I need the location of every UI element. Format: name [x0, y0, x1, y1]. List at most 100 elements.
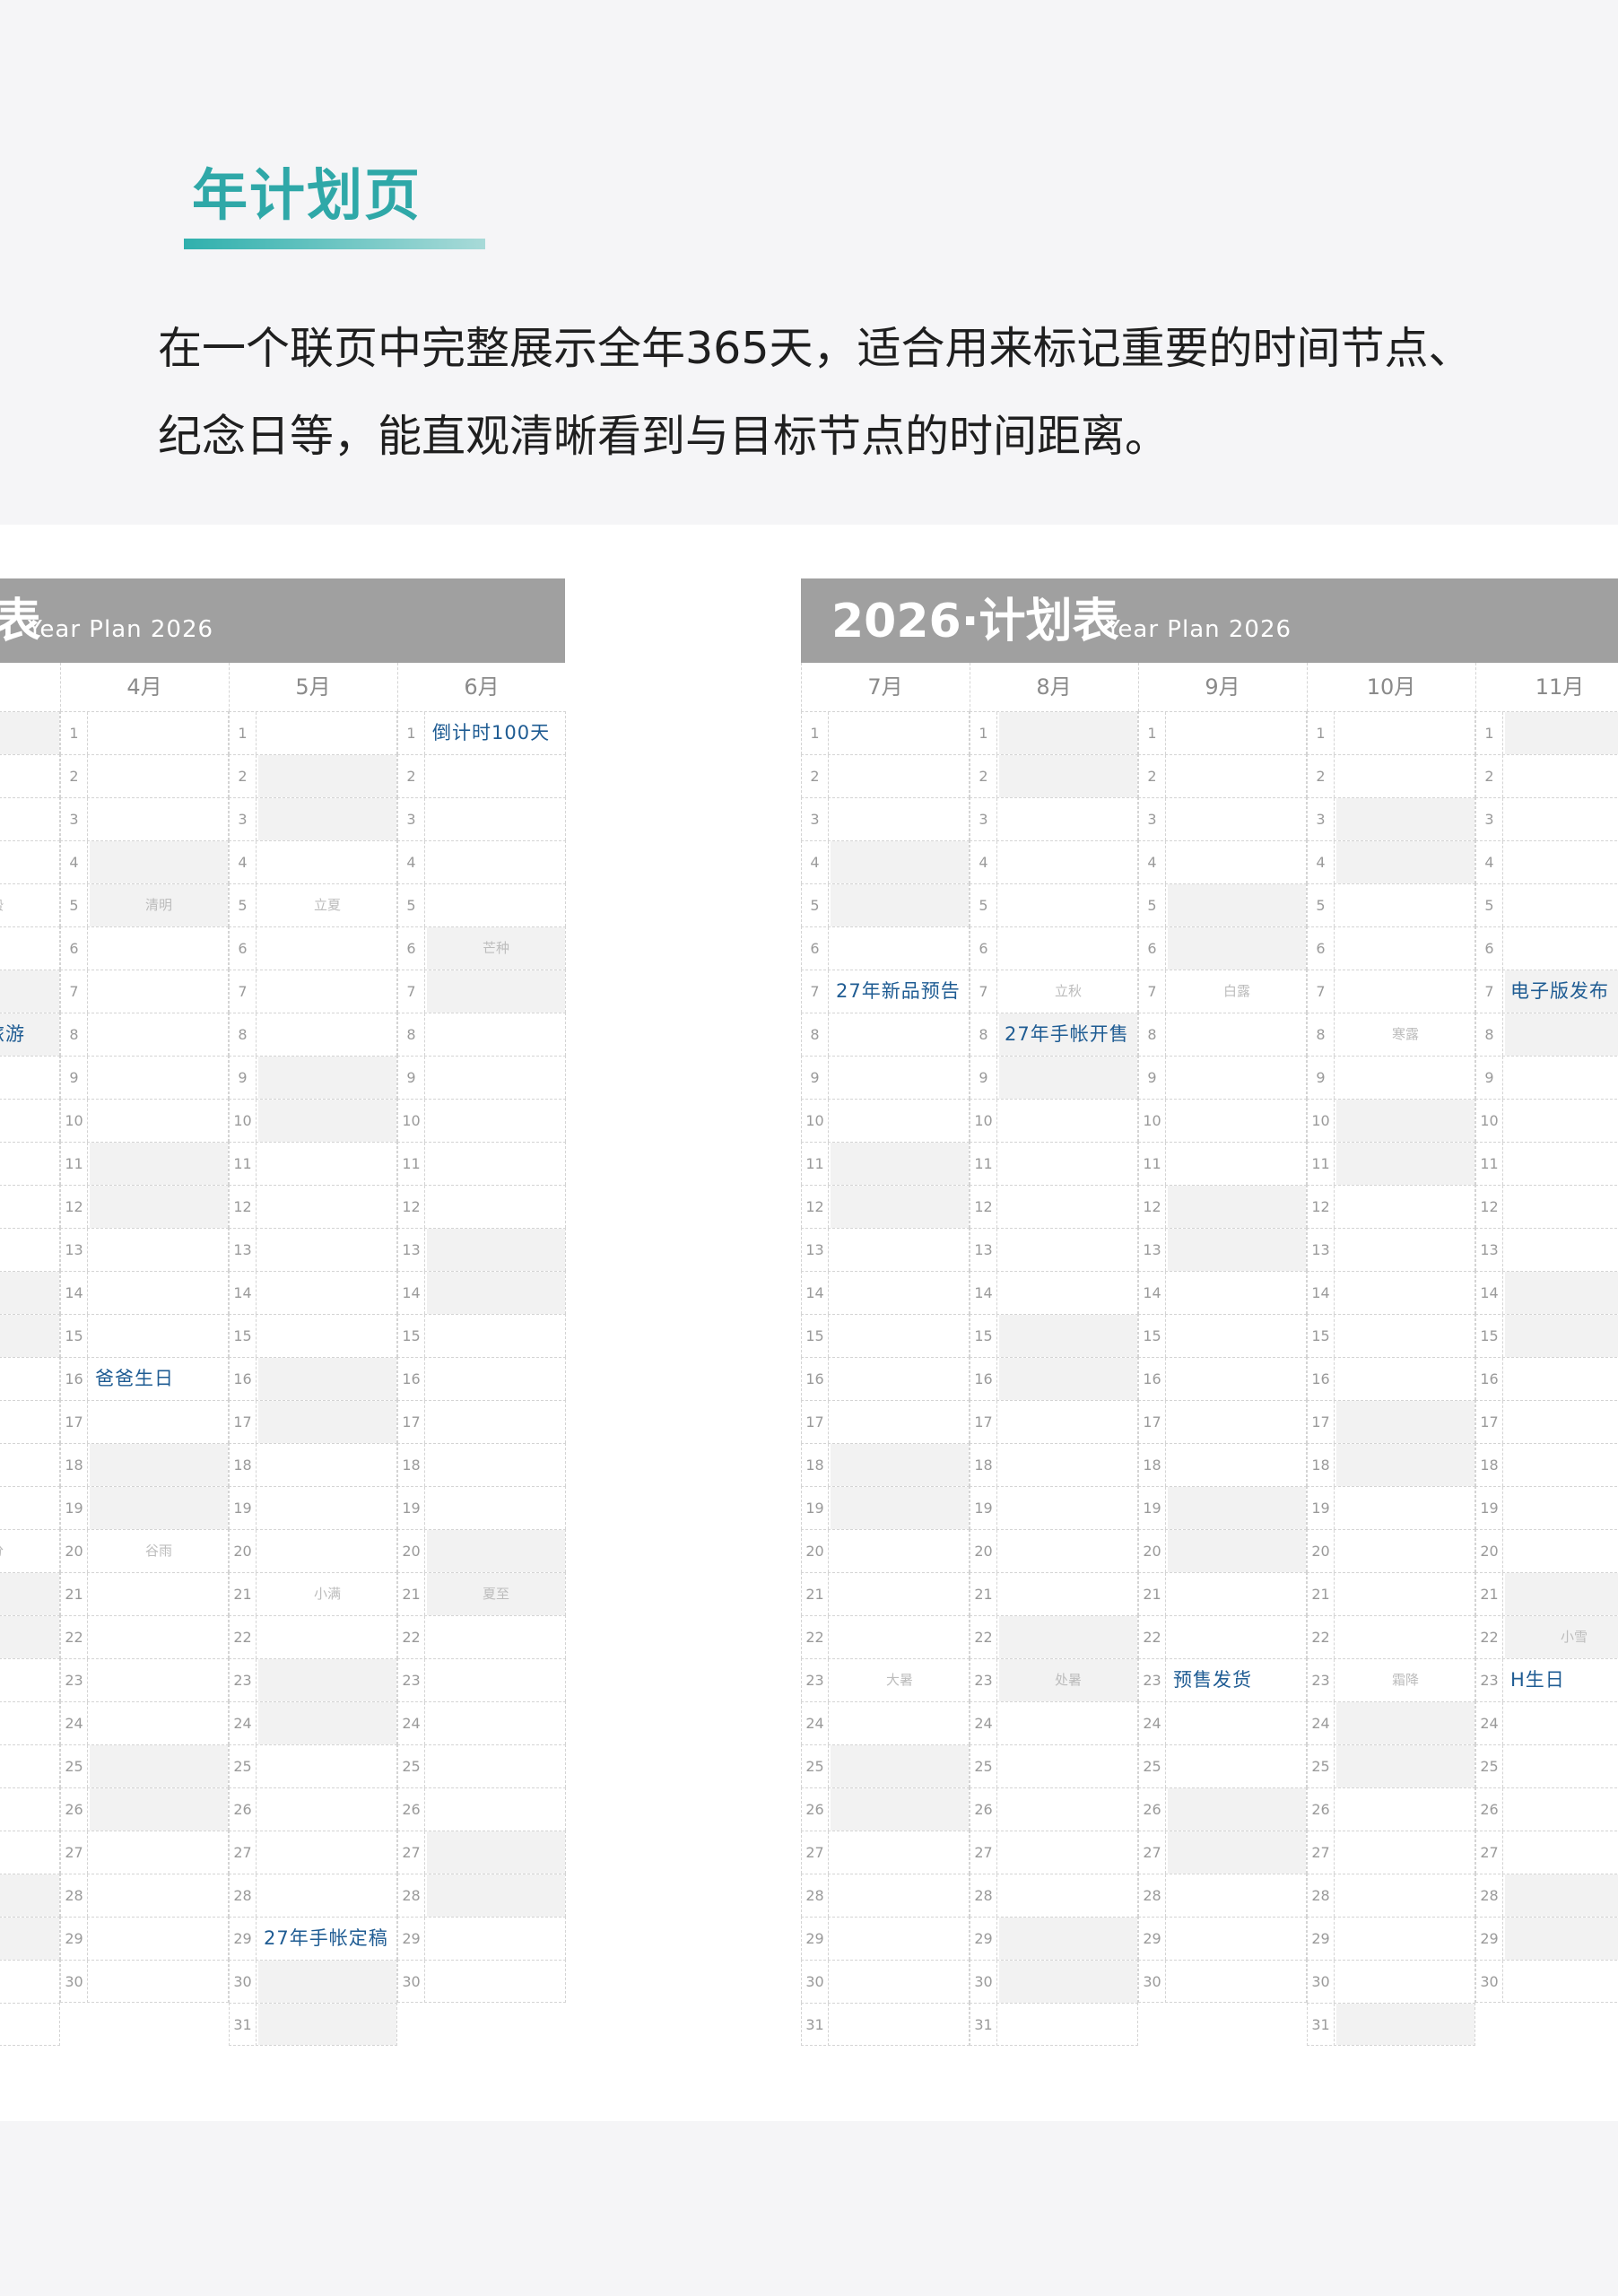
day-cell[interactable]: 14 [1307, 1271, 1475, 1314]
day-cell[interactable]: 1 [1138, 711, 1307, 754]
day-cell[interactable]: 29 [0, 1917, 60, 1960]
day-cell[interactable]: 27 [60, 1831, 229, 1874]
day-cell[interactable]: 13 [1138, 1228, 1307, 1271]
day-cell[interactable]: 11 [1138, 1142, 1307, 1185]
day-cell[interactable]: 8 27年手帐开售 [970, 1013, 1138, 1056]
day-cell[interactable]: 6 [229, 926, 397, 970]
day-cell[interactable]: 22 [229, 1615, 397, 1658]
day-cell[interactable]: 10 [229, 1099, 397, 1142]
day-cell[interactable]: 11 [801, 1142, 970, 1185]
day-cell[interactable]: 21 [1307, 1572, 1475, 1615]
day-cell[interactable]: 5 清明 [60, 883, 229, 926]
day-cell[interactable]: 7 [0, 970, 60, 1013]
day-cell[interactable]: 4 [1475, 840, 1618, 883]
day-cell[interactable]: 4 [229, 840, 397, 883]
day-cell[interactable]: 6 [60, 926, 229, 970]
day-cell[interactable]: 22 [60, 1615, 229, 1658]
day-cell[interactable]: 4 [60, 840, 229, 883]
day-cell[interactable]: 11 [229, 1142, 397, 1185]
day-cell[interactable]: 3 [60, 797, 229, 840]
day-cell[interactable]: 18 [229, 1443, 397, 1486]
day-cell[interactable]: 24 [1138, 1701, 1307, 1744]
day-cell[interactable]: 1 [60, 711, 229, 754]
day-cell[interactable]: 2 [1475, 754, 1618, 797]
day-cell[interactable]: 3 [1475, 797, 1618, 840]
day-cell[interactable]: 20 谷雨 [60, 1529, 229, 1572]
day-cell[interactable]: 17 [397, 1400, 566, 1443]
day-cell[interactable]: 16 [229, 1357, 397, 1400]
day-cell[interactable]: 22 [0, 1615, 60, 1658]
day-cell[interactable]: 29 [397, 1917, 566, 1960]
day-cell[interactable]: 8 [229, 1013, 397, 1056]
day-cell[interactable]: 14 [397, 1271, 566, 1314]
day-cell[interactable]: 13 [60, 1228, 229, 1271]
day-cell[interactable]: 11 [970, 1142, 1138, 1185]
day-cell[interactable]: 10 [397, 1099, 566, 1142]
day-cell[interactable]: 6 [970, 926, 1138, 970]
day-cell[interactable]: 4 [1138, 840, 1307, 883]
day-cell[interactable]: 19 [397, 1486, 566, 1529]
day-cell[interactable]: 21 [970, 1572, 1138, 1615]
day-cell[interactable]: 26 [397, 1787, 566, 1831]
day-cell[interactable]: 25 [229, 1744, 397, 1787]
day-cell[interactable]: 13 [1475, 1228, 1618, 1271]
day-cell[interactable]: 10 [60, 1099, 229, 1142]
day-cell[interactable]: 5 [1475, 883, 1618, 926]
day-cell[interactable]: 9 [1475, 1056, 1618, 1099]
day-cell[interactable]: 13 [397, 1228, 566, 1271]
day-cell[interactable]: 5 立夏 [229, 883, 397, 926]
day-cell[interactable]: 30 [970, 1960, 1138, 2003]
day-cell[interactable]: 16 [1138, 1357, 1307, 1400]
day-cell[interactable]: 24 [229, 1701, 397, 1744]
day-cell[interactable]: 26 [1138, 1787, 1307, 1831]
day-cell[interactable]: 15 [397, 1314, 566, 1357]
day-cell[interactable]: 31 [970, 2003, 1138, 2046]
day-cell[interactable]: 28 [970, 1874, 1138, 1917]
day-cell[interactable]: 3 [229, 797, 397, 840]
day-cell[interactable]: 17 [801, 1400, 970, 1443]
day-cell[interactable]: 27 [1307, 1831, 1475, 1874]
day-cell[interactable]: 14 [970, 1271, 1138, 1314]
day-cell[interactable]: 26 [970, 1787, 1138, 1831]
day-cell[interactable]: 3 [1138, 797, 1307, 840]
day-cell[interactable]: 7 [229, 970, 397, 1013]
day-cell[interactable]: 28 [1138, 1874, 1307, 1917]
day-cell[interactable]: 7 27年新品预告 [801, 970, 970, 1013]
day-cell[interactable]: 30 [1475, 1960, 1618, 2003]
day-cell[interactable]: 13 [0, 1228, 60, 1271]
day-cell[interactable]: 8去西藏旅游 [0, 1013, 60, 1056]
day-cell[interactable]: 9 [1307, 1056, 1475, 1099]
day-cell[interactable]: 5 [801, 883, 970, 926]
day-cell[interactable]: 3 [801, 797, 970, 840]
day-cell[interactable]: 5 [970, 883, 1138, 926]
day-cell[interactable]: 23 H生日 [1475, 1658, 1618, 1701]
day-cell[interactable]: 23 霜降 [1307, 1658, 1475, 1701]
day-cell[interactable]: 31 [229, 2003, 397, 2046]
day-cell[interactable]: 20春分 [0, 1529, 60, 1572]
day-cell[interactable]: 28 [1307, 1874, 1475, 1917]
day-cell[interactable]: 25 [0, 1744, 60, 1787]
day-cell[interactable]: 16 [1307, 1357, 1475, 1400]
day-cell[interactable]: 9 [229, 1056, 397, 1099]
day-cell[interactable]: 6 [1138, 926, 1307, 970]
day-cell[interactable]: 26 [0, 1787, 60, 1831]
day-cell[interactable]: 29 [1138, 1917, 1307, 1960]
day-cell[interactable]: 13 [970, 1228, 1138, 1271]
day-cell[interactable]: 13 [801, 1228, 970, 1271]
day-cell[interactable]: 8 [397, 1013, 566, 1056]
day-cell[interactable]: 23 大暑 [801, 1658, 970, 1701]
day-cell[interactable]: 25 [60, 1744, 229, 1787]
day-cell[interactable]: 15 [970, 1314, 1138, 1357]
day-cell[interactable]: 21 夏至 [397, 1572, 566, 1615]
day-cell[interactable]: 18 [1138, 1443, 1307, 1486]
day-cell[interactable]: 9 [970, 1056, 1138, 1099]
day-cell[interactable]: 27 [1138, 1831, 1307, 1874]
day-cell[interactable]: 10 [0, 1099, 60, 1142]
day-cell[interactable]: 11 [60, 1142, 229, 1185]
day-cell[interactable]: 24 [1307, 1701, 1475, 1744]
day-cell[interactable]: 27 [229, 1831, 397, 1874]
day-cell[interactable]: 4 [0, 840, 60, 883]
day-cell[interactable]: 27 [970, 1831, 1138, 1874]
day-cell[interactable]: 8 [1475, 1013, 1618, 1056]
day-cell[interactable]: 22 [1307, 1615, 1475, 1658]
